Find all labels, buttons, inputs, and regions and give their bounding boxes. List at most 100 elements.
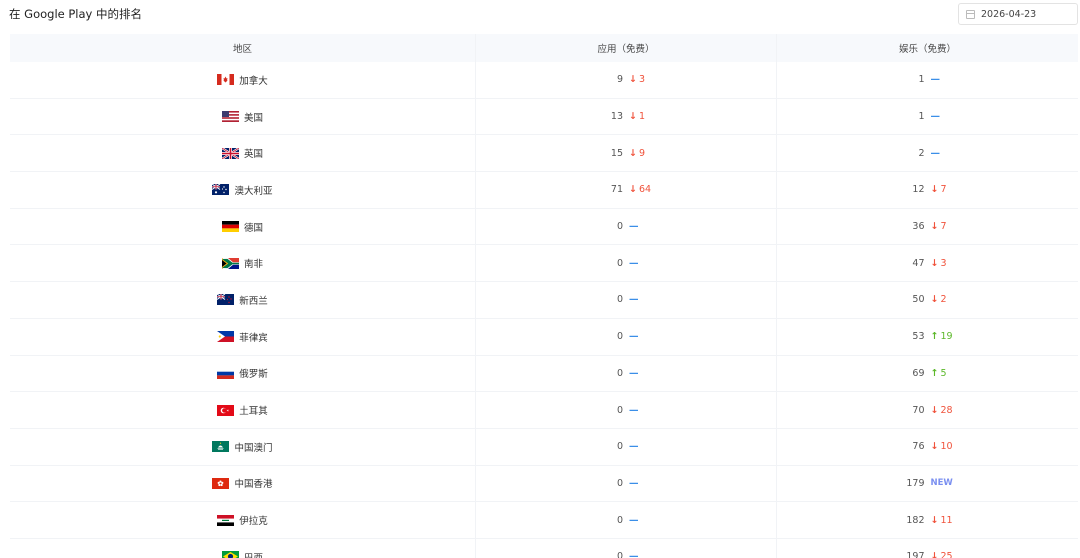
table-header: 地区 应用（免费） 娱乐（免费） xyxy=(10,34,1078,62)
rank-down-delta: ↓ 7 xyxy=(930,221,947,233)
region-cell: 土耳其 xyxy=(10,392,476,428)
table-row: 俄罗斯 0 — 69 ↑ 5 xyxy=(10,355,1078,393)
region-cell: 俄罗斯 xyxy=(10,355,476,392)
region[interactable]: 美国 xyxy=(221,110,263,124)
no-change-icon: — xyxy=(930,111,941,123)
region[interactable]: 南非 xyxy=(221,256,263,270)
table-row: 新西兰 0 — 50 ↓ 2 xyxy=(10,282,1078,319)
entertainment-rank: 36 xyxy=(912,221,925,233)
table-row: 美国 13 ↓ 1 1 — xyxy=(10,98,1078,136)
region-cell: 伊拉克 xyxy=(10,502,476,538)
region[interactable]: 俄罗斯 xyxy=(217,366,268,380)
entertainment-rank: 12 xyxy=(912,184,925,196)
australia-flag-icon xyxy=(212,184,230,196)
app-rank: 0 xyxy=(616,294,623,306)
arrow-up-icon: ↑ xyxy=(930,367,939,379)
uk-flag-icon xyxy=(221,147,239,159)
south-africa-flag-icon xyxy=(221,257,239,269)
region-cell: 美国 xyxy=(10,98,476,135)
entertainment-rank: 76 xyxy=(912,441,925,453)
app-rank: 71 xyxy=(610,184,623,196)
app-rank: 0 xyxy=(616,551,623,558)
region-name: 英国 xyxy=(243,149,263,161)
arrow-down-icon: ↓ xyxy=(930,184,939,196)
entertainment-rank-cell: 1 — xyxy=(777,99,1078,135)
region-cell: 德国 xyxy=(10,208,476,245)
entertainment-rank-cell: 12 ↓ 7 xyxy=(777,172,1078,208)
arrow-down-icon: ↓ xyxy=(930,257,939,269)
region-name: 加拿大 xyxy=(239,75,268,87)
ranking-table: 地区 应用（免费） 娱乐（免费） 加拿大 9 ↓ 3 1 — 美国 13 ↓ 1… xyxy=(10,34,1078,558)
region-cell: 新西兰 xyxy=(10,282,476,318)
app-rank-cell: 0 — xyxy=(476,282,777,318)
no-change-icon: — xyxy=(930,147,941,159)
app-rank-cell: 13 ↓ 1 xyxy=(476,98,777,135)
rank-down-delta: ↓ 1 xyxy=(629,111,646,123)
date-picker[interactable]: 2026-04-23 xyxy=(958,3,1078,25)
app-rank-cell: 0 — xyxy=(476,392,777,428)
region[interactable]: 菲律宾 xyxy=(217,330,268,344)
no-change-icon: — xyxy=(629,331,639,343)
column-header-app-free[interactable]: 应用（免费） xyxy=(476,34,777,62)
rank-down-delta: ↓ 7 xyxy=(930,184,947,196)
region[interactable]: 澳大利亚 xyxy=(212,183,273,197)
region-cell: 英国 xyxy=(10,135,476,172)
region[interactable]: 巴西 xyxy=(221,550,263,558)
arrow-down-icon: ↓ xyxy=(629,74,637,86)
column-header-entertainment-free[interactable]: 娱乐（免费） xyxy=(777,34,1078,62)
entertainment-rank-cell: 36 ↓ 7 xyxy=(777,209,1078,245)
region-cell: 中国澳门 xyxy=(10,428,476,465)
entertainment-rank: 47 xyxy=(912,257,925,269)
new-badge: NEW xyxy=(930,478,953,489)
entertainment-rank: 182 xyxy=(906,514,925,526)
no-change-icon: — xyxy=(629,404,639,416)
region[interactable]: 土耳其 xyxy=(217,403,268,417)
region-cell: 菲律宾 xyxy=(10,318,476,355)
rank-down-delta: ↓ 10 xyxy=(930,441,953,453)
rank-down-delta: ↓ 25 xyxy=(925,551,961,558)
app-rank: 0 xyxy=(616,441,623,453)
region[interactable]: 伊拉克 xyxy=(217,513,268,527)
arrow-down-icon: ↓ xyxy=(930,294,939,306)
region-name: 中国香港 xyxy=(234,479,273,491)
column-header-region[interactable]: 地区 xyxy=(10,34,476,62)
region-name: 土耳其 xyxy=(239,406,268,418)
table-row: 澳大利亚 71 ↓ 64 12 ↓ 7 xyxy=(10,172,1078,209)
entertainment-rank-cell: 47 ↓ 3 xyxy=(777,245,1078,281)
app-rank: 0 xyxy=(616,367,623,379)
arrow-down-icon: ↓ xyxy=(930,441,939,453)
entertainment-rank: 53 xyxy=(912,331,925,343)
table-row: 伊拉克 0 — 182 ↓ 11 xyxy=(10,502,1078,539)
region-name: 菲律宾 xyxy=(239,332,268,344)
region[interactable]: 加拿大 xyxy=(217,73,268,87)
entertainment-rank-cell: 2 — xyxy=(777,135,1078,171)
app-rank-cell: 0 — xyxy=(476,538,777,558)
arrow-down-icon: ↓ xyxy=(930,514,939,526)
entertainment-rank: 69 xyxy=(912,367,925,379)
page-title: 在 Google Play 中的排名 xyxy=(9,7,143,21)
region-cell: 巴西 xyxy=(10,538,476,558)
region[interactable]: 中国香港 xyxy=(212,476,273,491)
table-row: 加拿大 9 ↓ 3 1 — xyxy=(10,62,1078,99)
app-rank-cell: 0 — xyxy=(476,355,777,392)
app-rank: 13 xyxy=(610,111,623,123)
rank-down-delta: ↓ 3 xyxy=(629,74,646,86)
region[interactable]: 英国 xyxy=(221,146,263,161)
entertainment-rank-cell: 182 ↓ 11 xyxy=(777,502,1078,538)
usa-flag-icon xyxy=(221,111,239,123)
entertainment-rank: 1 xyxy=(918,111,925,123)
app-rank-cell: 0 — xyxy=(476,245,777,282)
arrow-down-icon: ↓ xyxy=(930,404,939,416)
turkey-flag-icon xyxy=(217,404,235,416)
canada-flag-icon xyxy=(217,74,235,86)
rank-down-delta: ↓ 2 xyxy=(930,294,947,306)
region[interactable]: 新西兰 xyxy=(217,293,268,307)
app-rank: 0 xyxy=(616,331,623,343)
region[interactable]: 德国 xyxy=(221,220,263,234)
app-rank-cell: 15 ↓ 9 xyxy=(476,135,777,172)
app-rank: 0 xyxy=(616,477,623,489)
app-rank-cell: 0 — xyxy=(476,208,777,245)
arrow-up-icon: ↑ xyxy=(930,331,939,343)
no-change-icon: — xyxy=(629,221,639,233)
region[interactable]: 中国澳门 xyxy=(212,440,273,454)
